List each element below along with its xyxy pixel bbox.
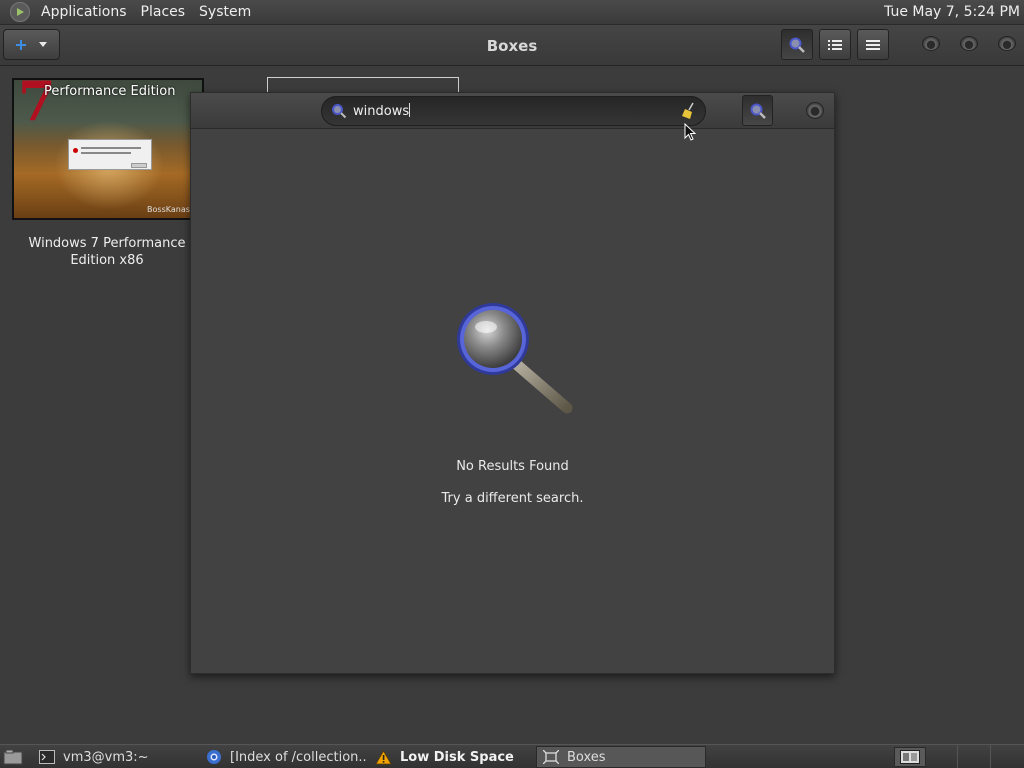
vm-tile[interactable]: 7 Performance Edition BossKanas R Window…: [12, 78, 204, 269]
search-input-value: windows: [353, 103, 411, 119]
show-desktop-button[interactable]: [2, 748, 24, 766]
search-icon: [789, 37, 805, 53]
task-low-disk-space[interactable]: Low Disk Space: [369, 746, 534, 768]
distro-logo-icon[interactable]: [10, 2, 30, 22]
workspace-switcher-button[interactable]: [894, 747, 926, 767]
clock[interactable]: Tue May 7, 5:24 PM: [884, 4, 1020, 20]
boxes-icon: [543, 750, 559, 764]
header-bar: Boxes: [0, 25, 1024, 66]
workspace-divider: [957, 745, 958, 768]
menu-system[interactable]: System: [192, 4, 258, 20]
task-label: vm3@vm3:~: [63, 749, 149, 765]
search-button[interactable]: [742, 95, 773, 126]
search-bar: windows: [191, 93, 834, 129]
task-browser[interactable]: [Index of /collection...: [200, 746, 368, 768]
hamburger-icon: [866, 39, 880, 50]
thumb-error-dialog: [68, 139, 152, 170]
close-button[interactable]: [998, 36, 1016, 51]
task-terminal[interactable]: vm3@vm3:~: [33, 746, 200, 768]
vm-name: Windows 7 Performance Edition x86: [28, 236, 186, 268]
workspace-divider: [990, 745, 991, 768]
vm-thumbnail: 7 Performance Edition BossKanas R: [12, 78, 204, 220]
search-icon: [332, 104, 347, 119]
maximize-button[interactable]: [960, 36, 978, 51]
minimize-button[interactable]: [922, 36, 940, 51]
magnifier-icon: [457, 303, 573, 414]
mouse-pointer-icon: [684, 123, 696, 141]
warning-icon: [375, 749, 392, 764]
list-icon: [828, 39, 842, 50]
desktop-icon: [3, 749, 23, 765]
menu-applications[interactable]: Applications: [34, 4, 134, 20]
list-view-button[interactable]: [819, 29, 851, 60]
search-toggle-button[interactable]: [781, 29, 813, 60]
workspace-icon: [900, 750, 920, 764]
task-label: Boxes: [567, 749, 606, 765]
search-icon: [750, 103, 766, 119]
dialog-close-button[interactable]: [806, 102, 824, 119]
search-input[interactable]: windows: [321, 96, 706, 126]
empty-state-title: No Results Found: [456, 459, 569, 474]
bottom-panel: vm3@vm3:~ [Index of /collection... Low D…: [0, 744, 1024, 768]
menu-places[interactable]: Places: [134, 4, 193, 20]
thumb-title: Performance Edition: [44, 84, 176, 99]
menu-button[interactable]: [857, 29, 889, 60]
task-boxes[interactable]: Boxes: [536, 746, 706, 768]
task-label: [Index of /collection...: [230, 749, 368, 765]
search-dialog: windows No Results Found Try a different…: [190, 92, 835, 674]
empty-state-hint: Try a different search.: [441, 491, 584, 506]
task-label: Low Disk Space: [400, 749, 514, 765]
top-panel: Applications Places System Tue May 7, 5:…: [0, 0, 1024, 25]
terminal-icon: [39, 750, 55, 764]
clear-icon[interactable]: [680, 102, 696, 120]
browser-icon: [207, 750, 221, 764]
